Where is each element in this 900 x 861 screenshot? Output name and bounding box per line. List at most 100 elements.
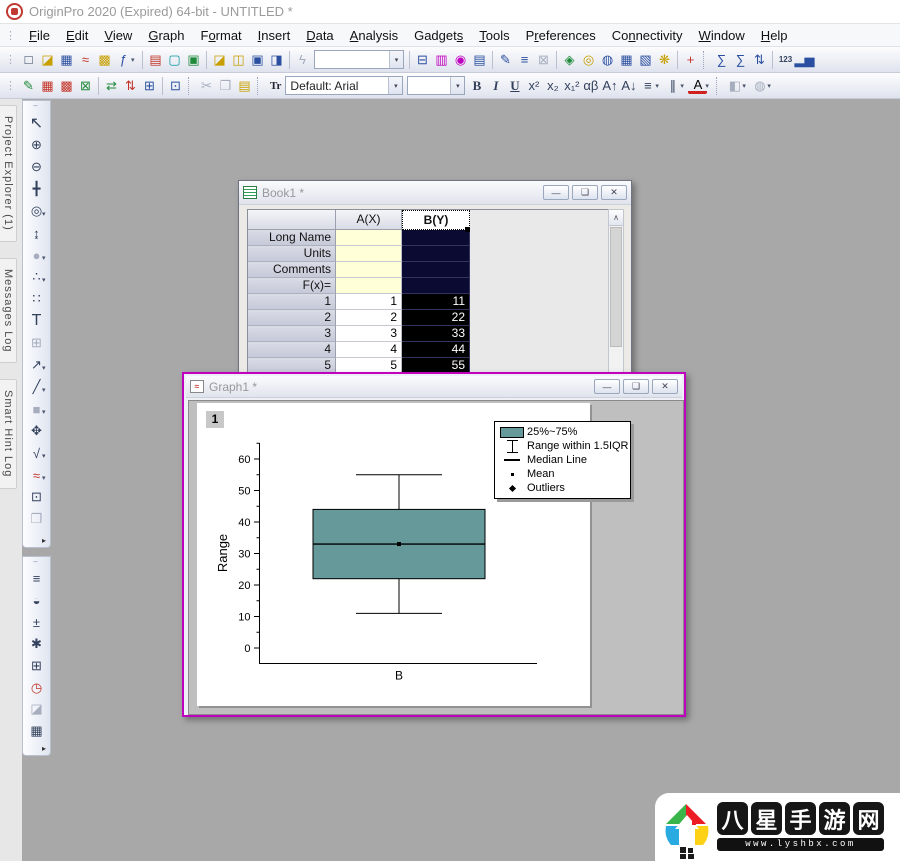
menu-window[interactable]: Window — [691, 26, 753, 45]
book1-title-bar[interactable]: Book1 * — ❏ ✕ — [239, 181, 631, 205]
plot-legend[interactable]: 25%~75%Range within 1.5IQRMedian LineMea… — [494, 421, 631, 499]
cell-a-header[interactable] — [336, 230, 402, 246]
find-button[interactable]: ◎ — [579, 50, 598, 70]
new-function-plot-dropdown-icon[interactable]: ▾ — [131, 56, 139, 64]
cell-a-value[interactable]: 3 — [336, 326, 402, 342]
tool-draw-data-points-dropdown-icon[interactable]: ▾ — [42, 276, 50, 284]
tool-data-reader-dropdown-icon[interactable]: ▾ — [42, 210, 50, 218]
cell-b-header-selected[interactable] — [402, 278, 470, 294]
menu-insert[interactable]: Insert — [250, 26, 299, 45]
menu-connectivity[interactable]: Connectivity — [604, 26, 691, 45]
scroll-up-icon[interactable]: ∧ — [609, 210, 623, 226]
tool-date-time-stamp-icon[interactable]: ◷ — [24, 677, 49, 699]
underline-button[interactable]: U — [505, 76, 524, 96]
tool-pointer-icon[interactable]: ↖ — [24, 112, 49, 134]
combo-dropdown-icon[interactable]: ▾ — [389, 51, 403, 68]
update-columns-button[interactable]: ⇅ — [121, 76, 140, 96]
toolbar-expand-icon[interactable]: ▸ — [38, 742, 50, 755]
align-left-dropdown-icon[interactable]: ▾ — [655, 82, 663, 90]
menu-format[interactable]: Format — [192, 26, 249, 45]
new-excel-button[interactable]: ▣ — [184, 50, 203, 70]
save-template-button[interactable]: ◨ — [267, 50, 286, 70]
greek-symbols-button[interactable]: αβ — [581, 76, 600, 96]
tool-line-tool-dropdown-icon[interactable]: ▾ — [42, 386, 50, 394]
decrease-font-button[interactable]: A↓ — [619, 76, 638, 96]
italic-button[interactable]: I — [486, 76, 505, 96]
row-index[interactable]: 2 — [248, 310, 336, 326]
print-button[interactable]: ⊟ — [413, 50, 432, 70]
tool-add-object-icon[interactable]: ⊞ — [24, 655, 49, 677]
menu-graph[interactable]: Graph — [140, 26, 192, 45]
increase-font-button[interactable]: A↑ — [600, 76, 619, 96]
video-builder-button[interactable]: ◉ — [451, 50, 470, 70]
copy-button[interactable]: ❐ — [216, 76, 235, 96]
sort-button[interactable]: ⇅ — [750, 50, 769, 70]
tool-rectangle-tool-icon[interactable]: ■▾ — [24, 398, 49, 420]
sum-column-button[interactable]: ∑ — [731, 50, 750, 70]
tool-project-folder-icon[interactable]: ◪ — [24, 699, 49, 721]
tool-arrow-tool-dropdown-icon[interactable]: ▾ — [42, 364, 50, 372]
new-folder-button[interactable]: ◪ — [38, 50, 57, 70]
menu-analysis[interactable]: Analysis — [342, 26, 406, 45]
new-notes-button[interactable]: ▢ — [165, 50, 184, 70]
new-project-button[interactable]: □ — [19, 50, 38, 70]
tool-arrow-tool-icon[interactable]: ↗▾ — [24, 354, 49, 376]
new-workbook-button[interactable]: ▦ — [57, 50, 76, 70]
tool-zoom-out-icon[interactable]: ⊖ — [24, 156, 49, 178]
cell-a-value[interactable]: 4 — [336, 342, 402, 358]
tool-rectangle-tool-dropdown-icon[interactable]: ▾ — [42, 408, 50, 416]
graph1-close-button[interactable]: ✕ — [652, 379, 678, 394]
code-builder-button[interactable]: ❋ — [655, 50, 674, 70]
column-header-b-selected[interactable]: B(Y) — [402, 210, 470, 230]
combo-dropdown-icon[interactable]: ▾ — [450, 77, 464, 94]
tool-new-link-table-icon[interactable]: ▦ — [24, 720, 49, 742]
open-template-button[interactable]: ◫ — [229, 50, 248, 70]
tool-mask-tool-icon[interactable]: ●▾ — [24, 244, 49, 266]
tool-insert-object-icon[interactable]: ⊞ — [24, 332, 49, 354]
font-name-combo[interactable]: Default: Arial▾ — [285, 76, 403, 95]
row-label-fx[interactable]: F(x)= — [248, 278, 336, 294]
add-new-columns-button[interactable]: + — [681, 50, 700, 70]
set-column-values-button[interactable]: 123 — [776, 50, 795, 70]
toolbar-expand-icon[interactable]: ▸ — [38, 534, 50, 547]
toolbar-combo[interactable]: ▾ — [314, 50, 404, 69]
cut-button[interactable]: ✂ — [197, 76, 216, 96]
menu-file[interactable]: File — [21, 26, 58, 45]
duplicate-workbook-button[interactable]: ⊡ — [166, 76, 185, 96]
column-header-a[interactable]: A(X) — [336, 210, 402, 230]
row-index[interactable]: 3 — [248, 326, 336, 342]
column-chart-button[interactable]: ▂▅ — [795, 50, 814, 70]
new-layout-button[interactable]: ▤ — [146, 50, 165, 70]
tool-data-reader-icon[interactable]: ◎▾ — [24, 200, 49, 222]
row-label-comments[interactable]: Comments — [248, 262, 336, 278]
combo-dropdown-icon[interactable]: ▾ — [388, 77, 402, 94]
tool-pan-tool-icon[interactable]: ✥ — [24, 420, 49, 442]
cell-b-value-selected[interactable]: 33 — [402, 326, 470, 342]
arrange-layers-button[interactable]: ≡ — [515, 50, 534, 70]
cell-b-header-selected[interactable] — [402, 262, 470, 278]
bold-button[interactable]: B — [467, 76, 486, 96]
tool-mask-tool-dropdown-icon[interactable]: ▾ — [42, 254, 50, 262]
open-button[interactable]: ◪ — [210, 50, 229, 70]
project-explorer-toggle-button[interactable]: ◈ — [560, 50, 579, 70]
tool-insert-graph-icon[interactable]: ≈▾ — [24, 464, 49, 486]
graph-finder-button[interactable]: ◍ — [598, 50, 617, 70]
panel-tab-project-explorer[interactable]: Project Explorer (1) — [0, 105, 17, 242]
cell-b-value-selected[interactable]: 44 — [402, 342, 470, 358]
tool-draw-data-points-icon[interactable]: ∴▾ — [24, 266, 49, 288]
cell-a-header[interactable] — [336, 246, 402, 262]
tool-data-cursor-icon[interactable]: ↨ — [24, 222, 49, 244]
format-painter-button[interactable]: ✎ — [496, 50, 515, 70]
graph-page[interactable]: 1 0102030405060RangeB 25%~75%Range withi… — [197, 403, 590, 706]
row-index[interactable]: 4 — [248, 342, 336, 358]
cell-a-value[interactable]: 2 — [336, 310, 402, 326]
tool-zoom-in-icon[interactable]: ⊕ — [24, 134, 49, 156]
menu-data[interactable]: Data — [298, 26, 341, 45]
corner-header-cell[interactable] — [248, 210, 336, 230]
menu-preferences[interactable]: Preferences — [518, 26, 604, 45]
cell-a-header[interactable] — [336, 278, 402, 294]
new-graph-button[interactable]: ≈ — [76, 50, 95, 70]
panel-tab-smart-hint-log[interactable]: Smart Hint Log — [0, 379, 17, 488]
cell-a-value[interactable]: 1 — [336, 294, 402, 310]
tool-asterisk-bracket-icon[interactable]: ✱ — [24, 633, 49, 655]
